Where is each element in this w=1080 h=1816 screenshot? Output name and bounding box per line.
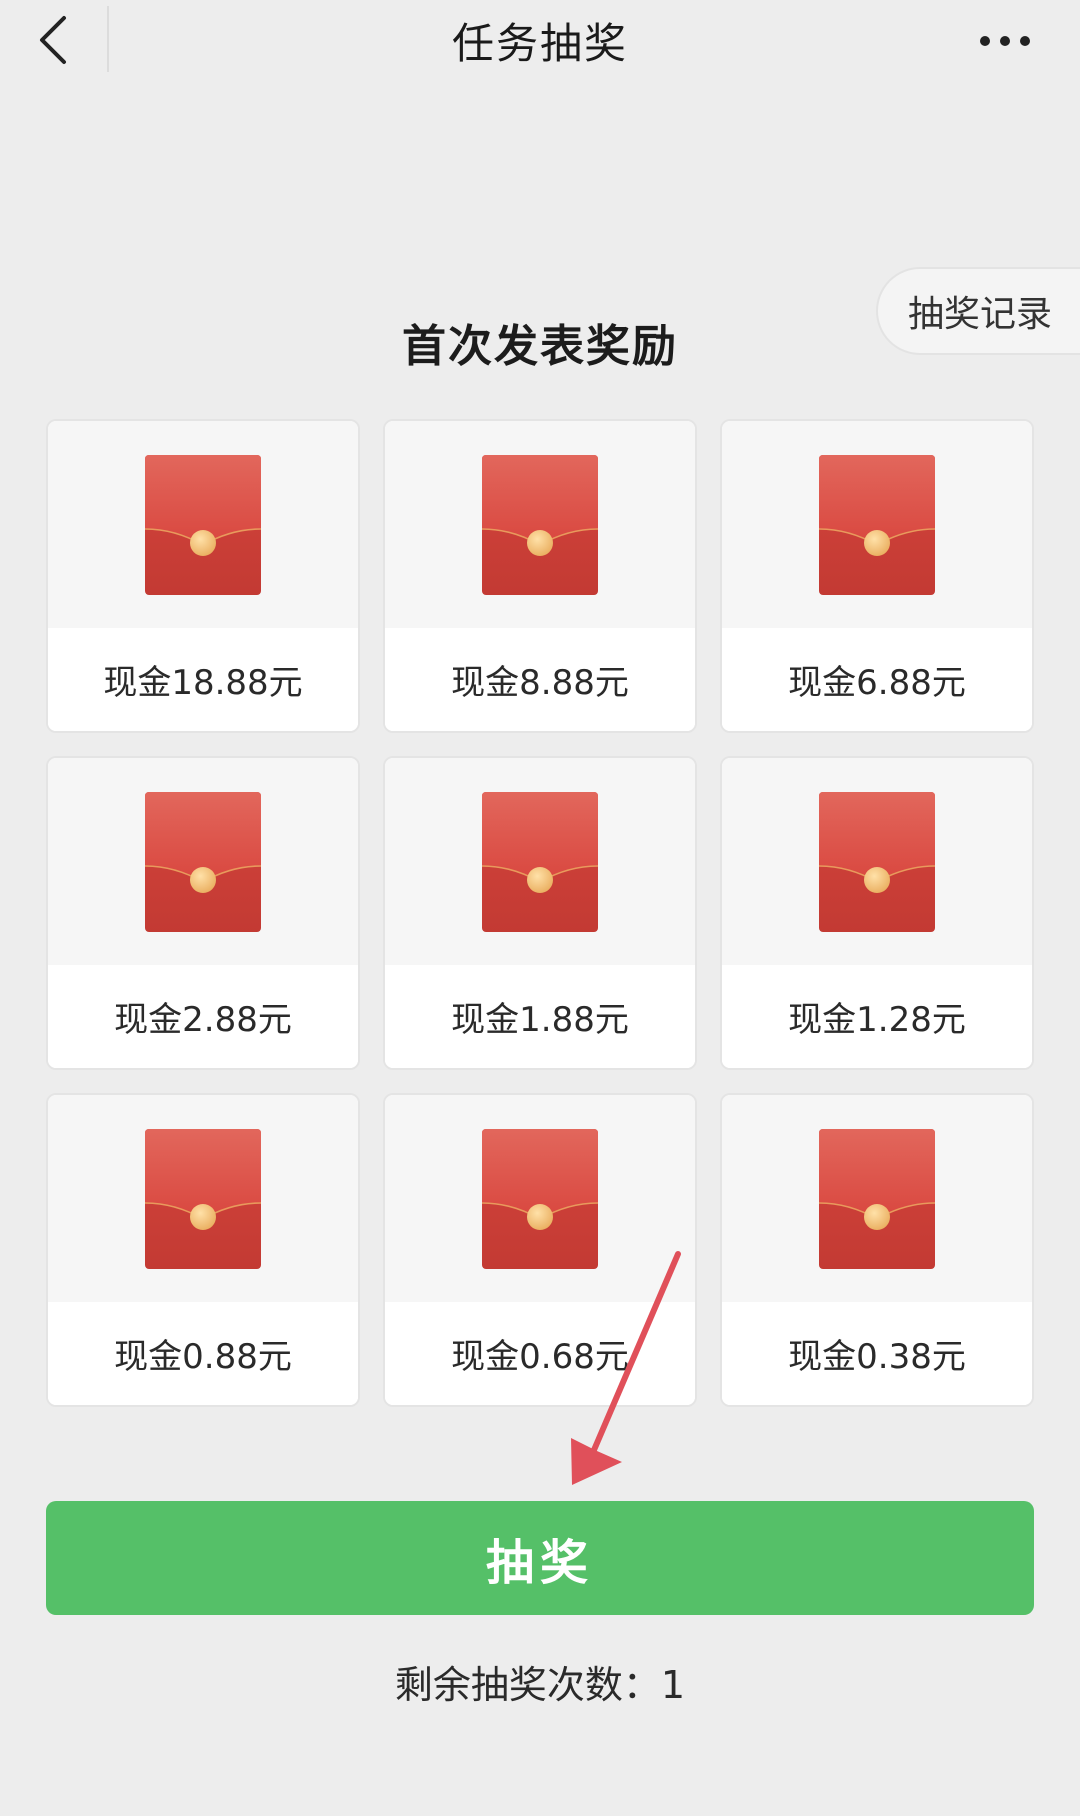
prize-image-area [722, 1095, 1032, 1302]
prize-image-area [722, 421, 1032, 628]
prize-card[interactable]: 现金1.28元 [720, 756, 1034, 1070]
red-envelope-icon [482, 455, 598, 595]
red-envelope-icon [482, 792, 598, 932]
prize-image-area [385, 421, 695, 628]
prize-image-area [385, 758, 695, 965]
nav-bar: 任务抽奖 [0, 0, 1080, 84]
red-envelope-icon [482, 1129, 598, 1269]
prize-grid: 现金18.88元 现金8.88元 现金6.88元 现金2.88元 现金1.88元… [46, 419, 1034, 1407]
prize-label: 现金1.28元 [722, 965, 1032, 1068]
prize-label: 现金6.88元 [722, 628, 1032, 731]
prize-image-area [48, 758, 358, 965]
more-dots-icon [980, 36, 1030, 46]
prize-label: 现金0.38元 [722, 1302, 1032, 1405]
prize-card[interactable]: 现金0.88元 [46, 1093, 360, 1407]
remaining-draws-text: 剩余抽奖次数：1 [394, 1663, 686, 1707]
more-button[interactable] [970, 16, 1040, 66]
red-envelope-icon [819, 455, 935, 595]
prize-card[interactable]: 现金18.88元 [46, 419, 360, 733]
red-envelope-icon [819, 1129, 935, 1269]
prize-image-area [48, 1095, 358, 1302]
back-button[interactable] [22, 8, 86, 72]
prize-card[interactable]: 现金0.68元 [383, 1093, 697, 1407]
prize-card[interactable]: 现金2.88元 [46, 756, 360, 1070]
red-envelope-icon [145, 455, 261, 595]
prize-label: 现金0.68元 [385, 1302, 695, 1405]
section-title: 首次发表奖励 [402, 321, 678, 372]
red-envelope-icon [819, 792, 935, 932]
prize-card[interactable]: 现金1.88元 [383, 756, 697, 1070]
nav-divider [107, 6, 109, 72]
prize-label: 现金0.88元 [48, 1302, 358, 1405]
draw-button[interactable]: 抽奖 [46, 1501, 1034, 1615]
prize-image-area [48, 421, 358, 628]
red-envelope-icon [145, 792, 261, 932]
red-envelope-icon [145, 1129, 261, 1269]
prize-card[interactable]: 现金0.38元 [720, 1093, 1034, 1407]
prize-label: 现金8.88元 [385, 628, 695, 731]
prize-label: 现金1.88元 [385, 965, 695, 1068]
page-title: 任务抽奖 [451, 19, 628, 68]
prize-card[interactable]: 现金8.88元 [383, 419, 697, 733]
prize-label: 现金18.88元 [48, 628, 358, 731]
prize-label: 现金2.88元 [48, 965, 358, 1068]
prize-image-area [385, 1095, 695, 1302]
chevron-left-icon [40, 16, 66, 64]
prize-image-area [722, 758, 1032, 965]
prize-card[interactable]: 现金6.88元 [720, 419, 1034, 733]
